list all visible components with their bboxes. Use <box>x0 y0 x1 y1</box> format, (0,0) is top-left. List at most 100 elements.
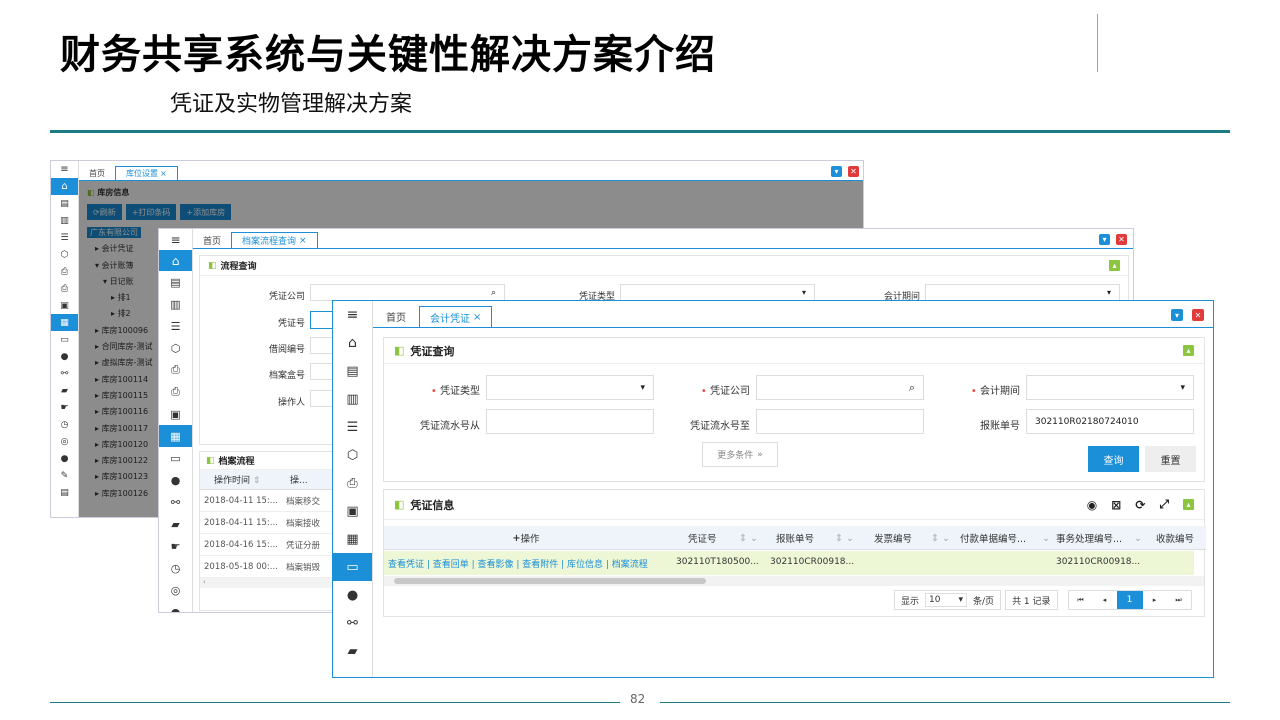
close-window-icon[interactable]: ✕ <box>848 166 859 177</box>
close-icon[interactable]: × <box>299 236 307 246</box>
book-icon[interactable]: ▰ <box>333 637 372 665</box>
scrollbar-thumb[interactable] <box>394 578 706 584</box>
next-page-icon[interactable]: ▸ <box>1143 591 1167 609</box>
home-icon[interactable]: ⌂ <box>51 178 78 195</box>
col-operate-time[interactable]: 操作时间 ⇕ <box>200 473 288 486</box>
print-icon[interactable]: ⎙ <box>159 359 192 381</box>
monitor-icon[interactable]: ▭ <box>51 331 78 348</box>
user2-icon[interactable]: ● <box>159 601 192 613</box>
excel-export-icon[interactable]: ⊠ <box>1111 498 1121 512</box>
minimize-icon[interactable]: ▾ <box>1099 234 1110 245</box>
print-icon[interactable]: ⎙ <box>51 263 78 280</box>
close-window-icon[interactable]: ✕ <box>1116 234 1127 245</box>
query-button[interactable]: 查询 <box>1088 446 1139 472</box>
sort-icon[interactable]: ⇕ <box>253 476 261 486</box>
table-row[interactable]: 2018-04-11 15:... 档案接收 <box>200 512 338 534</box>
sort-icon[interactable]: ⇕ ⌄ <box>931 533 950 544</box>
user2-icon[interactable]: ● <box>51 450 78 467</box>
image-icon[interactable]: ▣ <box>159 403 192 425</box>
table-row[interactable]: 查看凭证 | 查看回单 | 查看影像 | 查看附件 | 库位信息 | 档案流程 … <box>384 551 1194 575</box>
book-icon[interactable]: ▰ <box>51 382 78 399</box>
tab-archive-flow[interactable]: 档案流程查询 × <box>231 232 318 248</box>
expand-icon[interactable]: ⤢ <box>1159 497 1169 512</box>
collapse-icon[interactable]: ▴ <box>1183 499 1194 510</box>
period-select[interactable]: ▾ <box>925 284 1120 301</box>
col-payment-no[interactable]: 付款单据编号... ⌄ <box>956 526 1054 550</box>
home-icon[interactable]: ⌂ <box>333 329 372 357</box>
link-icon[interactable]: ⚯ <box>51 365 78 382</box>
table-row[interactable]: 2018-04-16 15:... 凭证分册 <box>200 534 338 556</box>
more-conditions-toggle[interactable]: 更多条件» <box>702 442 778 467</box>
list-icon[interactable]: ☰ <box>333 413 372 441</box>
home-icon[interactable]: ⌂ <box>159 250 192 271</box>
bank-icon[interactable]: ▥ <box>51 212 78 229</box>
table-row[interactable]: 2018-05-18 00:... 档案销毁 <box>200 556 338 578</box>
voucher-company-input[interactable]: ⌕ <box>310 284 505 301</box>
menu-icon[interactable]: ≡ <box>159 229 192 250</box>
collapse-icon[interactable]: ▴ <box>1183 345 1194 356</box>
monitor-icon[interactable]: ▭ <box>159 447 192 469</box>
edit-icon[interactable]: ✎ <box>51 467 78 484</box>
book-icon[interactable]: ▰ <box>159 513 192 535</box>
clock-icon[interactable]: ◷ <box>159 557 192 579</box>
minimize-icon[interactable]: ▾ <box>1171 309 1183 321</box>
collapse-icon[interactable]: ▴ <box>1109 260 1120 271</box>
col-receipt-no[interactable]: 收款编号 <box>1156 526 1204 550</box>
image-icon[interactable]: ▣ <box>51 297 78 314</box>
sort-icon[interactable]: ⇕ ⌄ <box>835 533 854 544</box>
col-transaction-no[interactable]: 事务处理编号... ⌄ <box>1056 526 1146 550</box>
link-icon[interactable]: ⚯ <box>333 609 372 637</box>
serial-from-input[interactable] <box>486 409 654 434</box>
menu-icon[interactable]: ≡ <box>51 161 78 178</box>
refresh-icon[interactable]: ⟳ <box>1135 498 1145 512</box>
list-icon[interactable]: ☰ <box>159 315 192 337</box>
doc-icon[interactable]: ▤ <box>159 271 192 293</box>
horizontal-scrollbar[interactable] <box>384 576 1204 586</box>
sort-icon[interactable]: ⇕ ⌄ <box>739 533 758 544</box>
search-icon[interactable]: ⌕ <box>909 381 915 395</box>
doc-icon[interactable]: ▤ <box>333 357 372 385</box>
col-voucher-no[interactable]: 凭证号 ⇕ ⌄ <box>674 526 762 550</box>
last-page-icon[interactable]: ⏭ <box>1167 591 1191 609</box>
tab-home[interactable]: 首页 <box>79 166 115 180</box>
voucher-company-input[interactable]: ⌕ <box>756 375 924 400</box>
hand-icon[interactable]: ☛ <box>51 399 78 416</box>
hex-icon[interactable]: ⬡ <box>333 441 372 469</box>
close-icon[interactable]: × <box>160 169 167 178</box>
menu-icon[interactable]: ≡ <box>333 301 372 329</box>
table-icon[interactable]: ▤ <box>51 484 78 501</box>
chevron-circle-icon[interactable]: ◉ <box>1087 498 1097 512</box>
monitor-icon[interactable]: ▭ <box>333 553 372 581</box>
server-icon[interactable]: ▦ <box>333 525 372 553</box>
page-size-select[interactable]: 10 ▾ <box>925 593 968 607</box>
print2-icon[interactable]: ⎙ <box>51 280 78 297</box>
hex-icon[interactable]: ⬡ <box>51 246 78 263</box>
link-icon[interactable]: ⚯ <box>159 491 192 513</box>
clock-icon[interactable]: ◷ <box>51 416 78 433</box>
doc-icon[interactable]: ▤ <box>51 195 78 212</box>
expense-no-input[interactable]: 302110R02180724010 <box>1026 409 1194 434</box>
server-icon[interactable]: ▦ <box>51 314 78 331</box>
col-operation[interactable]: 操... <box>288 473 308 486</box>
col-invoice-no[interactable]: 发票编号 ⇕ ⌄ <box>862 526 954 550</box>
hand-icon[interactable]: ☛ <box>159 535 192 557</box>
sort-icon[interactable]: ⌄ <box>1134 533 1142 544</box>
bank-icon[interactable]: ▥ <box>159 293 192 315</box>
serial-to-input[interactable] <box>756 409 924 434</box>
voucher-type-select[interactable]: ▾ <box>620 284 815 301</box>
sort-icon[interactable]: ⌄ <box>1042 533 1050 544</box>
user-icon[interactable]: ● <box>159 469 192 491</box>
at-icon[interactable]: ◎ <box>159 579 192 601</box>
bank-icon[interactable]: ▥ <box>333 385 372 413</box>
at-icon[interactable]: ◎ <box>51 433 78 450</box>
close-window-icon[interactable]: ✕ <box>1192 309 1204 321</box>
hex-icon[interactable]: ⬡ <box>159 337 192 359</box>
list-icon[interactable]: ☰ <box>51 229 78 246</box>
col-action[interactable]: + 操作 <box>384 526 668 550</box>
tab-home[interactable]: 首页 <box>193 233 231 248</box>
user-icon[interactable]: ● <box>333 581 372 609</box>
print-icon[interactable]: ⎙ <box>333 469 372 497</box>
horizontal-scrollbar[interactable]: ‹ <box>200 578 338 588</box>
pager-size-box[interactable]: 显示 10 ▾ 条/页 <box>894 590 1002 610</box>
user-icon[interactable]: ● <box>51 348 78 365</box>
